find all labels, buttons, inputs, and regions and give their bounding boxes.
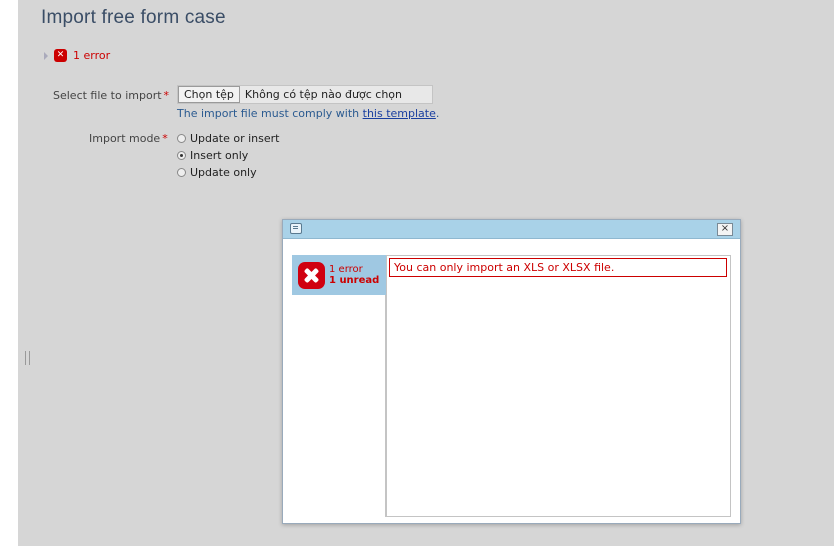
template-hint: The import file must comply with this te…: [177, 107, 439, 120]
hint-suffix: .: [435, 107, 440, 120]
error-category-tab[interactable]: 1 error 1 unread: [292, 255, 387, 295]
mode-label-row: Import mode *: [89, 132, 168, 145]
message-dialog: × 1 error 1 unread You can only import a…: [282, 219, 741, 524]
radio-button-icon[interactable]: [177, 134, 186, 143]
radio-label: Insert only: [190, 149, 249, 162]
file-label-row: Select file to import *: [53, 89, 169, 102]
radio-label: Update or insert: [190, 132, 280, 145]
required-mark: *: [163, 89, 170, 102]
radio-insert-only[interactable]: Insert only: [177, 149, 248, 162]
error-summary-text: 1 error: [73, 49, 111, 62]
message-list: You can only import an XLS or XLSX file.: [386, 255, 731, 517]
unread-count: 1 unread: [329, 275, 380, 286]
error-icon: [298, 261, 325, 289]
radio-button-icon[interactable]: [177, 168, 186, 177]
dialog-body: 1 error 1 unread You can only import an …: [289, 248, 734, 517]
mode-label: Import mode: [89, 132, 161, 145]
radio-button-selected-icon[interactable]: [177, 151, 186, 160]
dialog-header[interactable]: ×: [283, 220, 740, 239]
file-label: Select file to import: [53, 89, 162, 102]
page-title: Import free form case: [41, 7, 226, 28]
expand-triangle-icon[interactable]: [44, 51, 48, 60]
template-link[interactable]: this template: [363, 107, 436, 120]
hint-text: The import file must comply with: [177, 107, 360, 120]
no-file-text: Không có tệp nào được chọn: [244, 88, 403, 101]
error-counts: 1 error 1 unread: [329, 264, 379, 286]
category-list: [292, 295, 386, 517]
choose-file-button[interactable]: Chọn tệp: [178, 86, 240, 103]
error-count: 1 error: [329, 264, 363, 275]
error-summary[interactable]: ✕ 1 error: [44, 49, 110, 62]
file-input[interactable]: Chọn tệp Không có tệp nào được chọn: [177, 85, 433, 104]
radio-update-only[interactable]: Update only: [177, 166, 257, 179]
error-message[interactable]: You can only import an XLS or XLSX file.: [389, 258, 727, 277]
radio-label: Update only: [190, 166, 257, 179]
splitter-grip-icon[interactable]: [25, 351, 30, 365]
required-mark: *: [162, 132, 168, 145]
message-icon: [290, 223, 302, 234]
error-x-icon: ✕: [54, 49, 67, 62]
radio-update-or-insert[interactable]: Update or insert: [177, 132, 279, 145]
close-button[interactable]: ×: [717, 223, 733, 236]
